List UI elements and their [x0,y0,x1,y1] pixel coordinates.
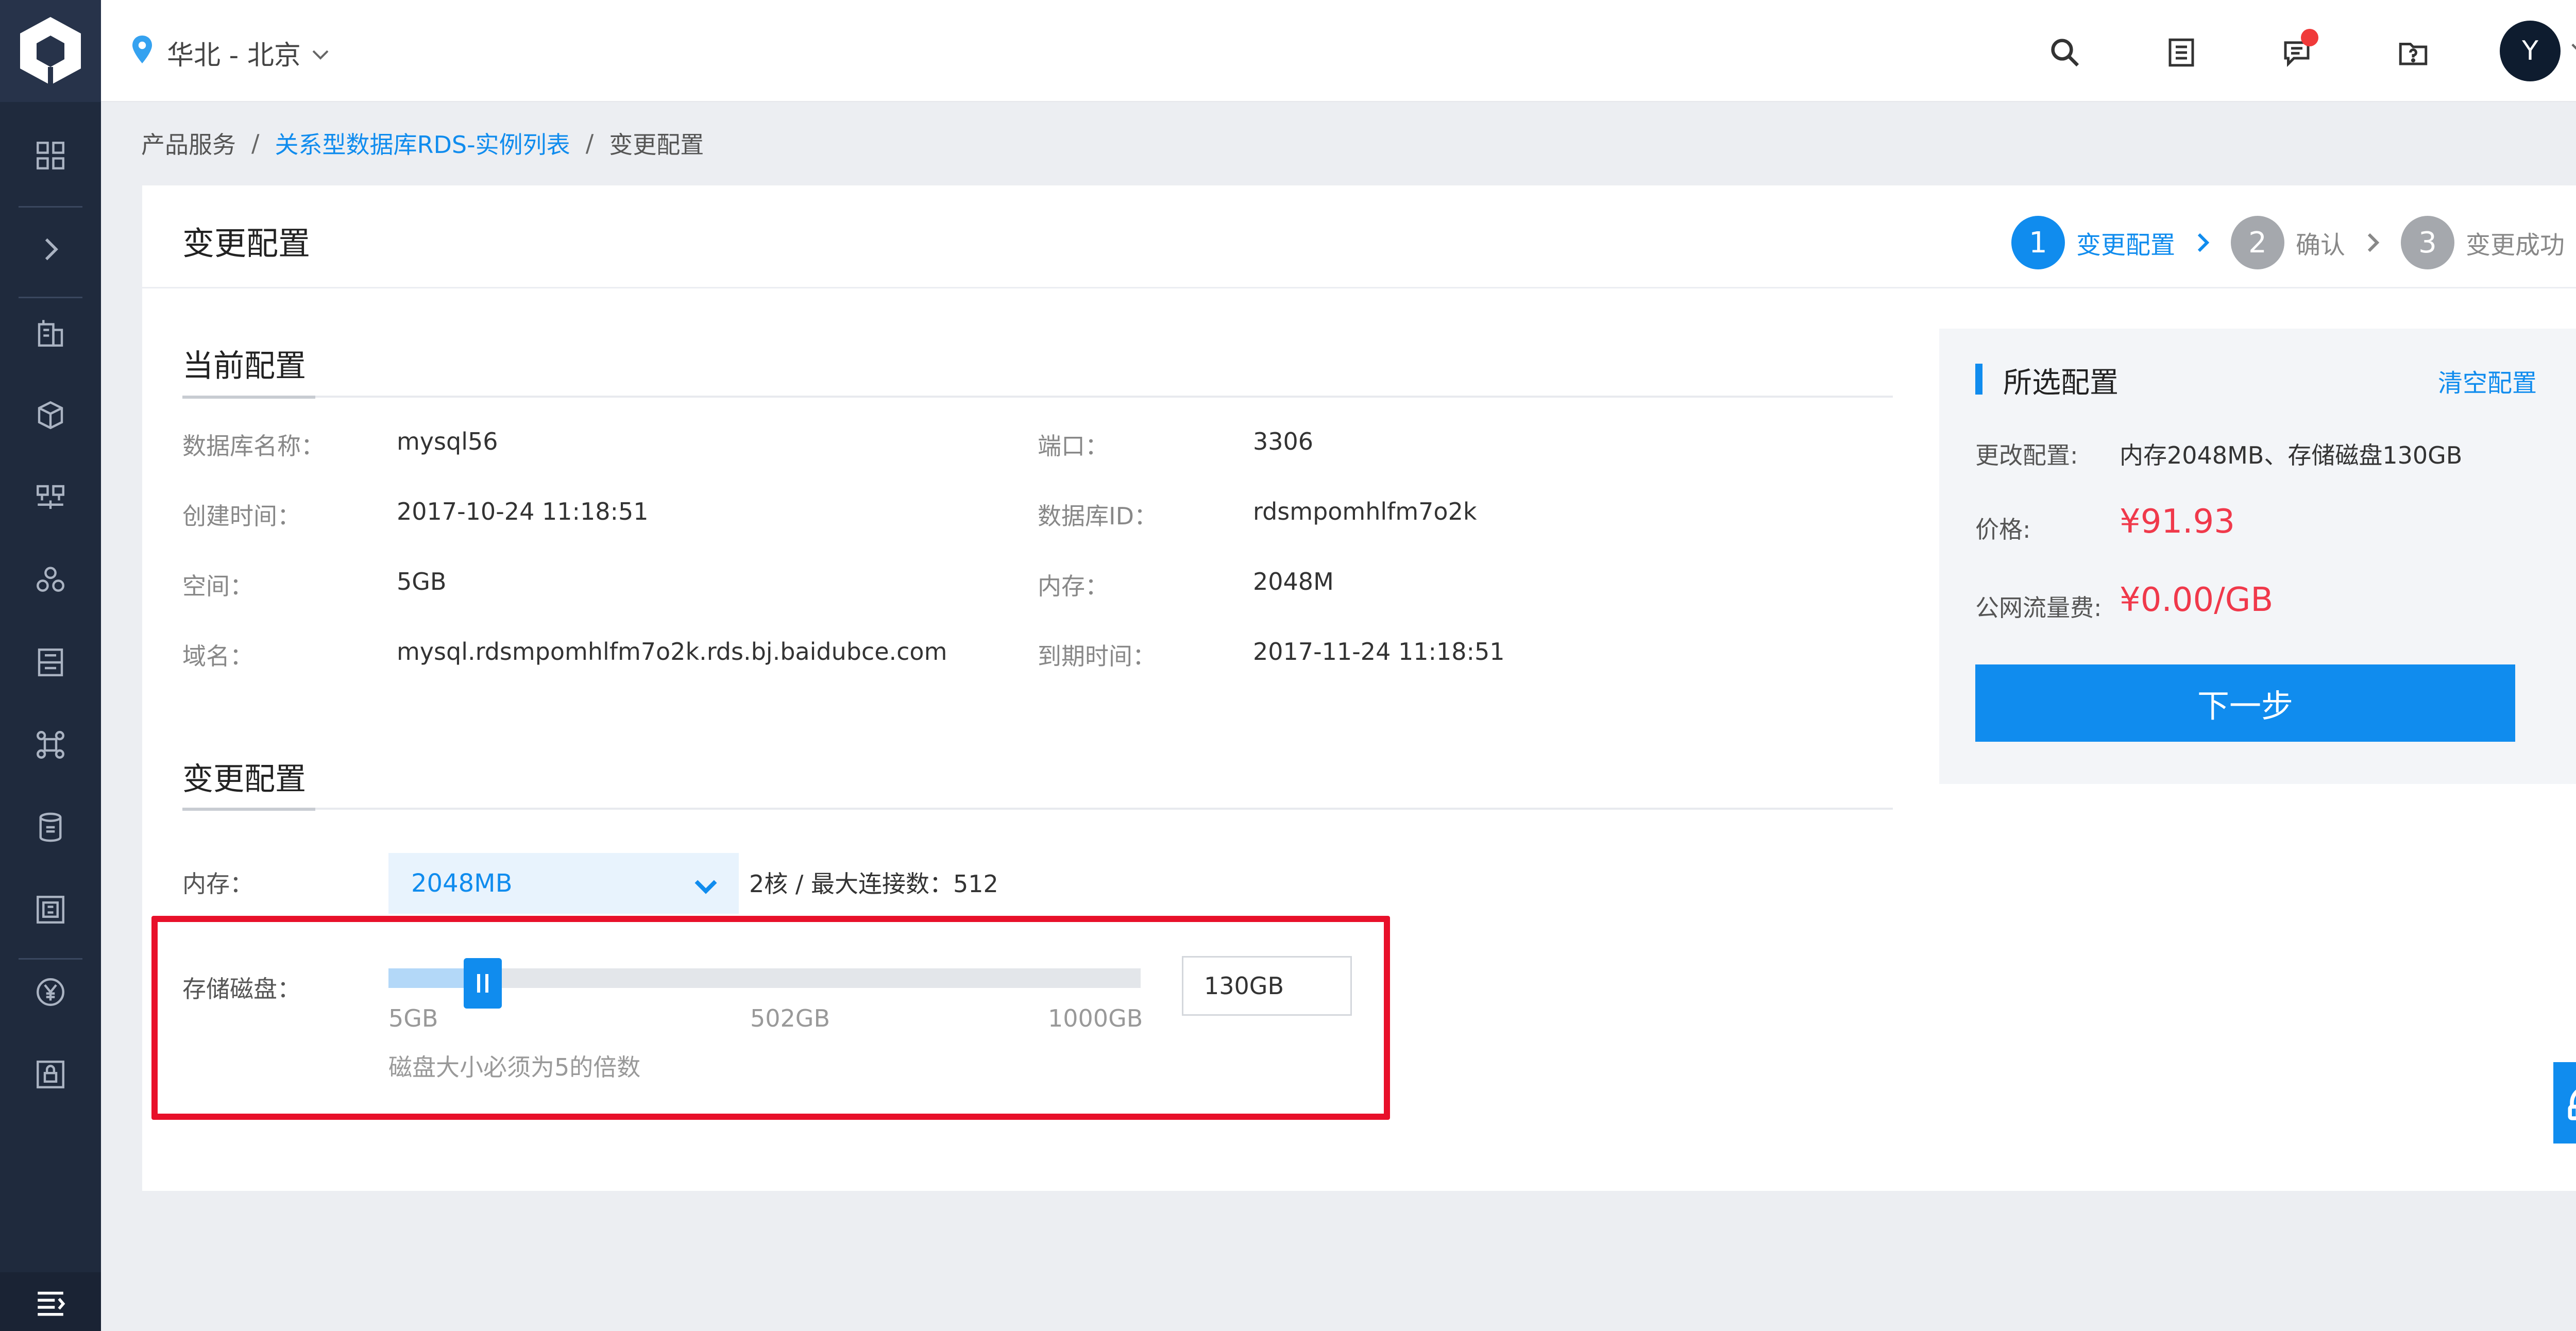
change-config-title: 变更配置 [182,761,306,797]
space-label: 空间： [182,572,253,600]
step-3-number: 3 [2400,216,2454,269]
region-selector[interactable]: 华北 - 北京 [131,32,330,73]
card-header: 变更配置 1 变更配置 2 确认 3 变更成功 [142,185,2576,288]
region-label: 华北 - 北京 [167,40,301,71]
memory-value: 2048M [1253,568,1334,595]
change-config-label: 更改配置: [1975,441,2078,469]
step-indicator: 1 变更配置 2 确认 3 变更成功 [2011,214,2565,271]
section-underline [182,808,1893,811]
space-value: 5GB [397,568,447,595]
db-name-label: 数据库名称： [182,432,325,460]
search-icon[interactable] [2039,27,2091,78]
chevron-down-icon [311,37,330,68]
chevron-down-icon [693,873,718,901]
storage-hint: 磁盘大小必须为5的倍数 [388,1053,641,1081]
storage-slider[interactable] [388,958,1141,1009]
db-id-label: 数据库ID： [1038,502,1158,530]
step-3-label: 变更成功 [2465,231,2565,260]
storage-size-input[interactable]: 130GB [1182,956,1352,1016]
breadcrumb-separator: / [585,129,594,157]
expand-chevron-icon[interactable] [30,229,71,270]
chevron-down-icon[interactable] [2570,42,2576,58]
traffic-fee-value: ¥0.00/GB [2120,581,2274,619]
main-card: 变更配置 1 变更配置 2 确认 3 变更成功 当前配置 数据库名称： mysq… [142,185,2576,1191]
storage-icon[interactable] [30,642,71,683]
selected-config-panel: 所选配置 清空配置 更改配置: 内存2048MB、存储磁盘130GB 价格: ¥… [1939,329,2576,784]
memory-select-label: 内存： [182,870,253,898]
menu-collapse-button[interactable] [0,1272,101,1331]
price-value: ¥91.93 [2120,503,2235,541]
selected-config-title: 所选配置 [1975,360,2119,401]
current-config-title: 当前配置 [182,348,306,384]
sidebar-divider [19,206,82,208]
cloud-logo[interactable] [0,0,101,102]
list-icon[interactable] [2156,27,2207,78]
port-label: 端口： [1038,432,1109,460]
command-icon[interactable] [30,724,71,765]
chevron-right-icon [2196,231,2210,254]
port-value: 3306 [1253,428,1314,455]
menu-collapse-icon [38,1291,65,1316]
memory-select-value: 2048MB [411,869,513,898]
expire-value: 2017-11-24 11:18:51 [1253,638,1505,665]
qr-icon[interactable] [30,889,71,930]
building-icon[interactable] [30,312,71,353]
network-icon[interactable] [30,477,71,518]
storage-label: 存储磁盘： [182,975,301,1003]
traffic-fee-label: 公网流量费: [1975,594,2102,622]
dashboard-grid-icon[interactable] [30,135,71,176]
cube-icon[interactable] [30,395,71,436]
clear-config-link[interactable]: 清空配置 [2438,363,2537,399]
step-1-number: 1 [2011,216,2065,269]
change-config-value: 内存2048MB、存储磁盘130GB [2120,441,2463,469]
help-folder-icon[interactable] [2387,27,2439,78]
security-lock-icon[interactable] [30,1054,71,1095]
sidebar-divider [19,297,82,298]
step-2-number: 2 [2230,216,2284,269]
domain-value: mysql.rdsmpomhlfm7o2k.rds.bj.baidubce.co… [397,638,947,665]
memory-info: 2核 / 最大连接数：512 [749,870,998,898]
price-label: 价格: [1975,516,2031,543]
next-step-button[interactable]: 下一步 [1975,664,2515,742]
breadcrumb-link-instance-list[interactable]: 关系型数据库RDS-实例列表 [275,126,570,160]
memory-label: 内存： [1038,572,1109,600]
slider-handle[interactable] [463,958,502,1009]
cube-logo-icon [20,17,81,85]
top-bar: 华北 - 北京 Y [101,0,2576,102]
section-underline [182,396,1893,399]
created-label: 创建时间： [182,502,301,530]
memory-select[interactable]: 2048MB [388,853,739,914]
chevron-right-icon [2366,231,2380,254]
db-name-value: mysql56 [397,428,498,455]
sidebar-divider [19,958,82,960]
location-pin-icon [131,35,154,71]
domain-label: 域名： [182,642,253,670]
database-icon[interactable] [30,807,71,848]
customer-support-tab[interactable] [2553,1062,2576,1144]
message-icon[interactable] [2271,27,2323,78]
db-id-value: rdsmpomhlfm7o2k [1253,498,1477,525]
step-2-label: 确认 [2295,231,2345,260]
expire-label: 到期时间： [1038,642,1156,670]
billing-yen-icon[interactable] [30,971,71,1013]
cluster-icon[interactable] [30,559,71,601]
user-avatar[interactable]: Y [2500,21,2561,81]
created-value: 2017-10-24 11:18:51 [397,498,649,525]
page-title: 变更配置 [182,225,311,262]
slider-mid-label: 502GB [750,1004,831,1032]
slider-min-label: 5GB [388,1004,438,1032]
breadcrumb: 产品服务 / 关系型数据库RDS-实例列表 / 变更配置 [141,128,704,159]
breadcrumb-root[interactable]: 产品服务 [141,126,236,160]
breadcrumb-separator: / [251,129,260,157]
step-1-label: 变更配置 [2076,231,2175,260]
sidebar [0,0,101,1331]
slider-max-label: 1000GB [1048,1004,1143,1032]
breadcrumb-current: 变更配置 [609,131,704,159]
notification-dot [2301,29,2318,46]
headset-icon [2568,1089,2576,1120]
